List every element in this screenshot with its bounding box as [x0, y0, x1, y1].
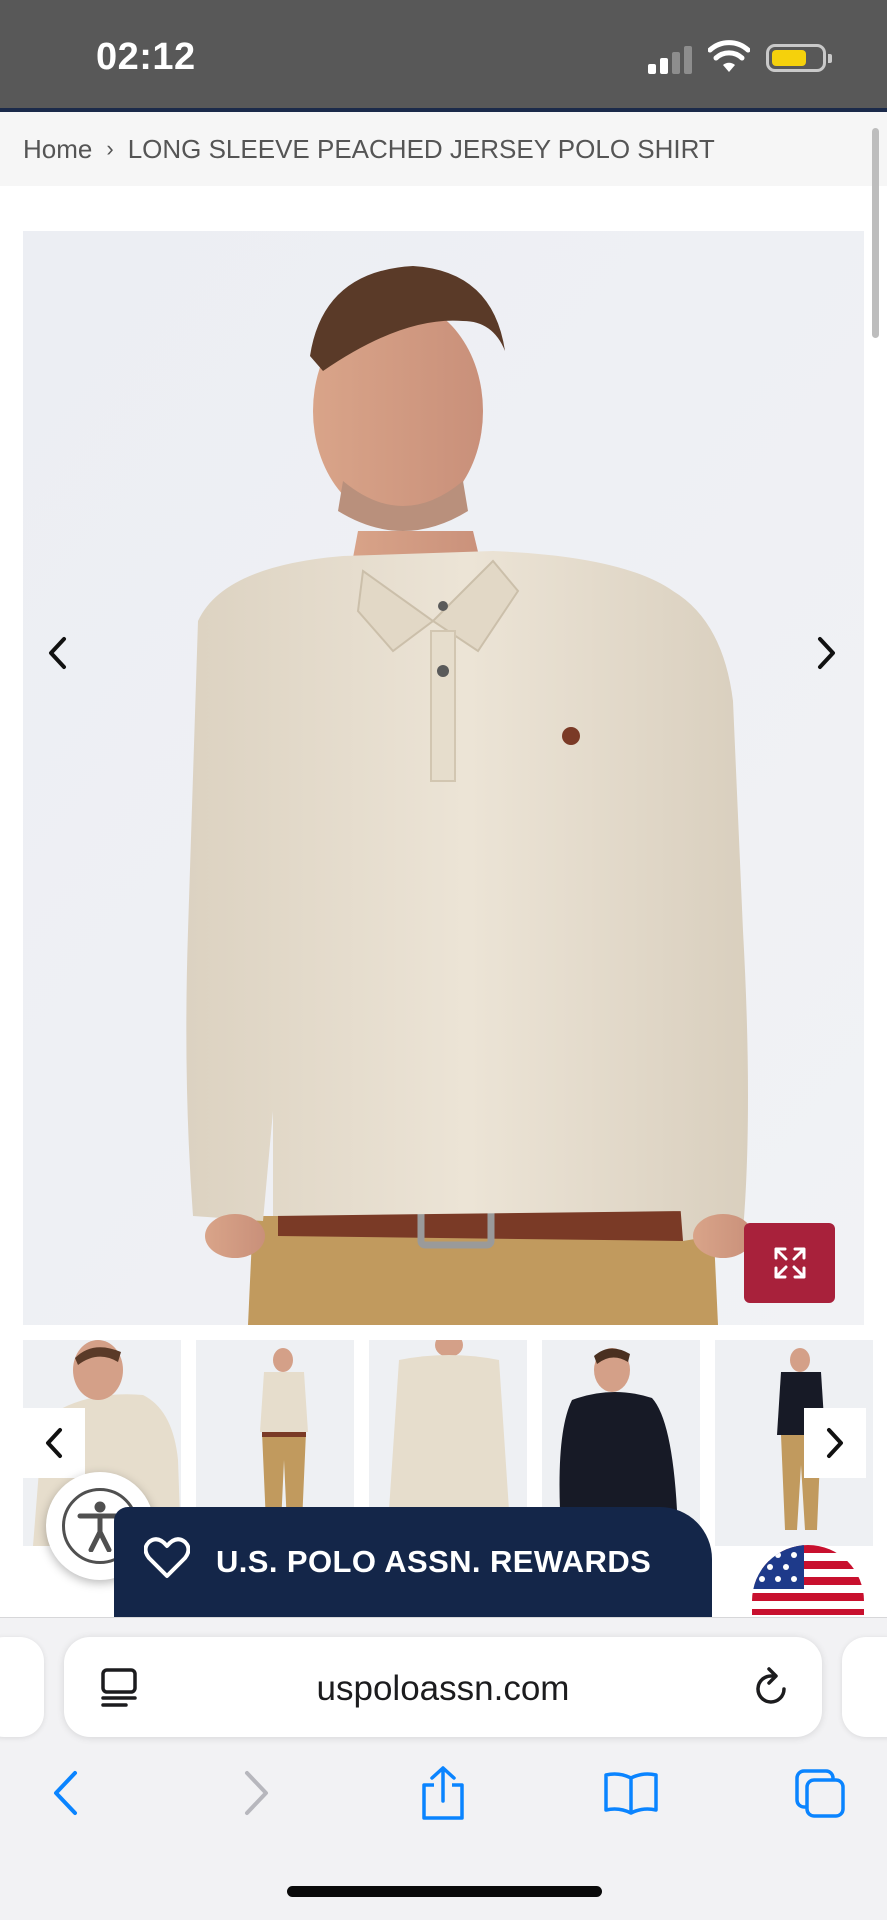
- tabs-button[interactable]: [785, 1758, 855, 1828]
- heart-icon: [144, 1537, 190, 1578]
- status-time: 02:12: [96, 36, 196, 78]
- chevron-right-icon: [827, 1428, 843, 1458]
- gallery-prev-button[interactable]: [33, 623, 81, 683]
- expand-arrows-icon: [774, 1247, 805, 1279]
- previous-tab-preview[interactable]: [0, 1637, 44, 1737]
- product-photo: [23, 231, 864, 1325]
- forward-button[interactable]: [222, 1758, 292, 1828]
- reload-icon[interactable]: [752, 1665, 792, 1709]
- battery-icon: [766, 44, 832, 72]
- home-indicator[interactable]: [287, 1886, 602, 1897]
- gallery-next-button[interactable]: [803, 623, 851, 683]
- share-icon: [422, 1766, 464, 1820]
- breadcrumb-home-link[interactable]: Home: [23, 134, 92, 165]
- address-bar[interactable]: uspoloassn.com: [64, 1637, 822, 1737]
- chevron-left-icon: [46, 1428, 62, 1458]
- back-icon: [54, 1771, 77, 1815]
- expand-image-button[interactable]: [744, 1223, 835, 1303]
- browser-toolbar: uspoloassn.com: [0, 1617, 887, 1920]
- chevron-left-icon: [49, 637, 66, 669]
- breadcrumb-current: LONG SLEEVE PEACHED JERSEY POLO SHIRT: [127, 133, 715, 164]
- forward-icon: [245, 1771, 268, 1815]
- thumbnail-prev-button[interactable]: [23, 1408, 85, 1478]
- share-button[interactable]: [408, 1758, 478, 1828]
- battery-level: [772, 50, 806, 66]
- us-flag-icon[interactable]: [752, 1545, 864, 1615]
- breadcrumb-separator: ›: [106, 136, 114, 161]
- tabs-icon: [795, 1769, 845, 1818]
- wifi-icon: [708, 40, 750, 72]
- status-bar: 02:12: [0, 0, 887, 108]
- breadcrumb: Home › LONG SLEEVE PEACHED JERSEY POLO S…: [0, 112, 887, 186]
- chevron-right-icon: [818, 637, 835, 669]
- rewards-banner[interactable]: U.S. POLO ASSN. REWARDS: [114, 1507, 712, 1617]
- url-text: uspoloassn.com: [316, 1669, 570, 1708]
- bookmarks-button[interactable]: [596, 1758, 666, 1828]
- cellular-signal-icon: [648, 44, 692, 74]
- page-scrollbar[interactable]: [872, 128, 879, 338]
- next-tab-preview[interactable]: [842, 1637, 887, 1737]
- thumbnail-next-button[interactable]: [804, 1408, 866, 1478]
- product-main-image: [23, 231, 864, 1325]
- back-button[interactable]: [30, 1758, 100, 1828]
- bookmarks-icon: [604, 1772, 658, 1815]
- rewards-label: U.S. POLO ASSN. REWARDS: [216, 1544, 652, 1579]
